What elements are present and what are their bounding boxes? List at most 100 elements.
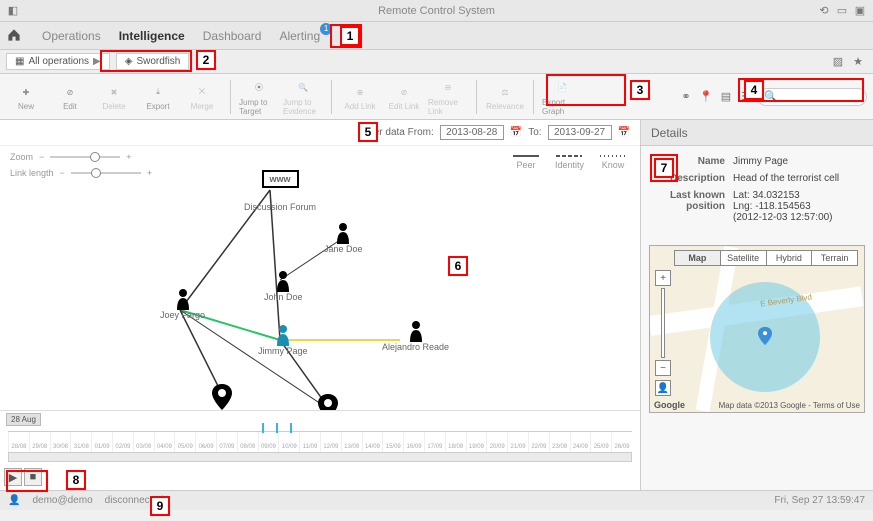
new-button[interactable]: ✚New [6,77,46,117]
operations-icon: ▦ [15,56,24,67]
map-tab-hybrid[interactable]: Hybrid [767,251,813,265]
chevron-right-icon: ▶ [93,56,101,67]
value-lat: Lat: 34.032153 [733,190,865,201]
timeline-scrollbar[interactable] [8,452,632,462]
delete-button[interactable]: ✖Delete [94,77,134,117]
timeline: 28 Aug 28/0829/0830/0831/0801/0902/0903/… [0,410,640,490]
graph-canvas[interactable]: www Discussion Forum Joey Fargo Jane Doe… [0,170,640,408]
tab-alerting-label: Alerting [279,29,320,43]
details-panel: Details NameJimmy Page DescriptionHead o… [641,120,873,490]
timeline-tag[interactable]: 28 Aug [6,413,41,426]
legend-identity: Identity [555,160,584,170]
status-date: Fri, Sep 27 13:59:47 [774,495,865,506]
star-icon[interactable]: ★ [851,55,865,69]
map-tab-map[interactable]: Map [675,251,721,265]
titlebar: ◧ Remote Control System ⟲ ▭ ▣ [0,0,873,22]
crumb-all-operations[interactable]: ▦ All operations ▶ [6,53,110,70]
tab-operations[interactable]: Operations [42,29,101,43]
callout-5: 5 [358,122,378,142]
crumb-label: All operations [28,56,89,67]
map-widget[interactable]: E Beverly Blvd Map Satellite Hybrid Terr… [649,245,865,413]
view-graph-icon[interactable]: ⚭ [679,90,693,104]
timeline-controls: ▶ ■ [4,468,42,486]
legend-know: Know [602,160,625,170]
node-label: Joey Fargo [160,310,205,320]
alert-badge: 1 [320,23,332,35]
www-icon: www [262,170,299,188]
status-user: demo@demo [32,495,92,506]
callout-9: 9 [150,496,170,516]
tab-dashboard[interactable]: Dashboard [203,29,262,43]
google-logo: Google [654,400,685,410]
node-label: Jimmy Page [258,346,308,356]
map-pin-icon [758,326,772,346]
app-icon: ◧ [6,4,20,18]
filter-from-input[interactable]: 2013-08-28 [440,125,504,140]
map-zoom-in[interactable]: + [655,270,671,286]
crumb-label: Swordfish [136,56,180,67]
edit-link-button[interactable]: ⊘Edit Link [384,77,424,117]
graph-legend: Peer Identity Know [513,154,626,170]
value-pos: Lat: 34.032153 Lng: -118.154563 (2012-12… [733,190,865,223]
map-tab-satellite[interactable]: Satellite [721,251,767,265]
plus-icon[interactable]: + [126,152,131,162]
filter-to-input[interactable]: 2013-09-27 [548,125,612,140]
node-alejandro[interactable]: Alejandro Reade [382,320,449,352]
search-input[interactable]: 🔍 [757,88,867,106]
timeline-event-marker [262,423,264,433]
calendar-icon[interactable]: 📅 [510,127,522,138]
tab-intelligence[interactable]: Intelligence [119,29,185,43]
refresh-icon[interactable]: ⟲ [817,4,831,18]
zoom-label: Zoom [10,152,33,162]
target-icon: ◈ [125,56,133,67]
jump-to-evidence-button[interactable]: 🔍Jump to Evidence [283,77,323,117]
label-pos: Last known position [649,190,733,223]
map-zoom-out[interactable]: − [655,360,671,376]
details-header: Details [641,120,873,146]
merge-button[interactable]: ⨉Merge [182,77,222,117]
close-icon[interactable]: ▣ [853,4,867,18]
export-button[interactable]: ⤓Export [138,77,178,117]
callout-7: 7 [654,158,674,178]
callout-8: 8 [66,470,86,490]
map-zoom-control: + − 👤 [654,270,672,396]
edit-button[interactable]: ⊘Edit [50,77,90,117]
window-icon[interactable]: ▭ [835,4,849,18]
export-graph-button[interactable]: 📄Export Graph [542,77,582,117]
add-link-button[interactable]: ⊕Add Link [340,77,380,117]
crumb-target[interactable]: ◈ Swordfish [116,53,190,70]
search-icon: 🔍 [764,90,778,103]
relevance-button[interactable]: ⚖Relevance [485,77,525,117]
user-icon: 👤 [8,495,20,506]
picture-icon[interactable]: ▨ [831,55,845,69]
toolbar-sep [230,80,231,114]
home-icon[interactable] [6,27,24,45]
zoom-slider[interactable] [50,156,120,158]
value-name: Jimmy Page [733,156,865,167]
breadcrumb-bar: ▦ All operations ▶ ◈ Swordfish ▨ ★ [0,50,873,74]
node-label: Jane Doe [324,244,363,254]
view-pin-icon[interactable]: 📍 [699,90,713,104]
map-type-tabs: Map Satellite Hybrid Terrain [674,250,858,266]
minus-icon[interactable]: − [39,152,44,162]
tab-alerting[interactable]: Alerting 1 [279,29,320,43]
node-label: John Doe [264,292,303,302]
stop-button[interactable]: ■ [24,468,42,486]
callout-3: 3 [630,80,650,100]
node-joey[interactable]: Joey Fargo [160,288,205,320]
callout-6: 6 [448,256,468,276]
node-label: Alejandro Reade [382,342,449,352]
jump-to-target-button[interactable]: ⦿Jump to Target [239,77,279,117]
play-button[interactable]: ▶ [4,468,22,486]
map-zoom-rail[interactable] [661,288,665,358]
node-jane[interactable]: Jane Doe [324,222,363,254]
map-streetview-icon[interactable]: 👤 [655,380,671,396]
node-john[interactable]: John Doe [264,270,303,302]
view-grid-icon[interactable]: ▤ [719,90,733,104]
node-forum[interactable]: www Discussion Forum [244,170,316,212]
remove-link-button[interactable]: ⊖Remove Link [428,77,468,117]
toolbar-sep [533,80,534,114]
calendar-icon[interactable]: 📅 [618,127,630,138]
map-tab-terrain[interactable]: Terrain [812,251,857,265]
node-jimmy[interactable]: Jimmy Page [258,324,308,356]
